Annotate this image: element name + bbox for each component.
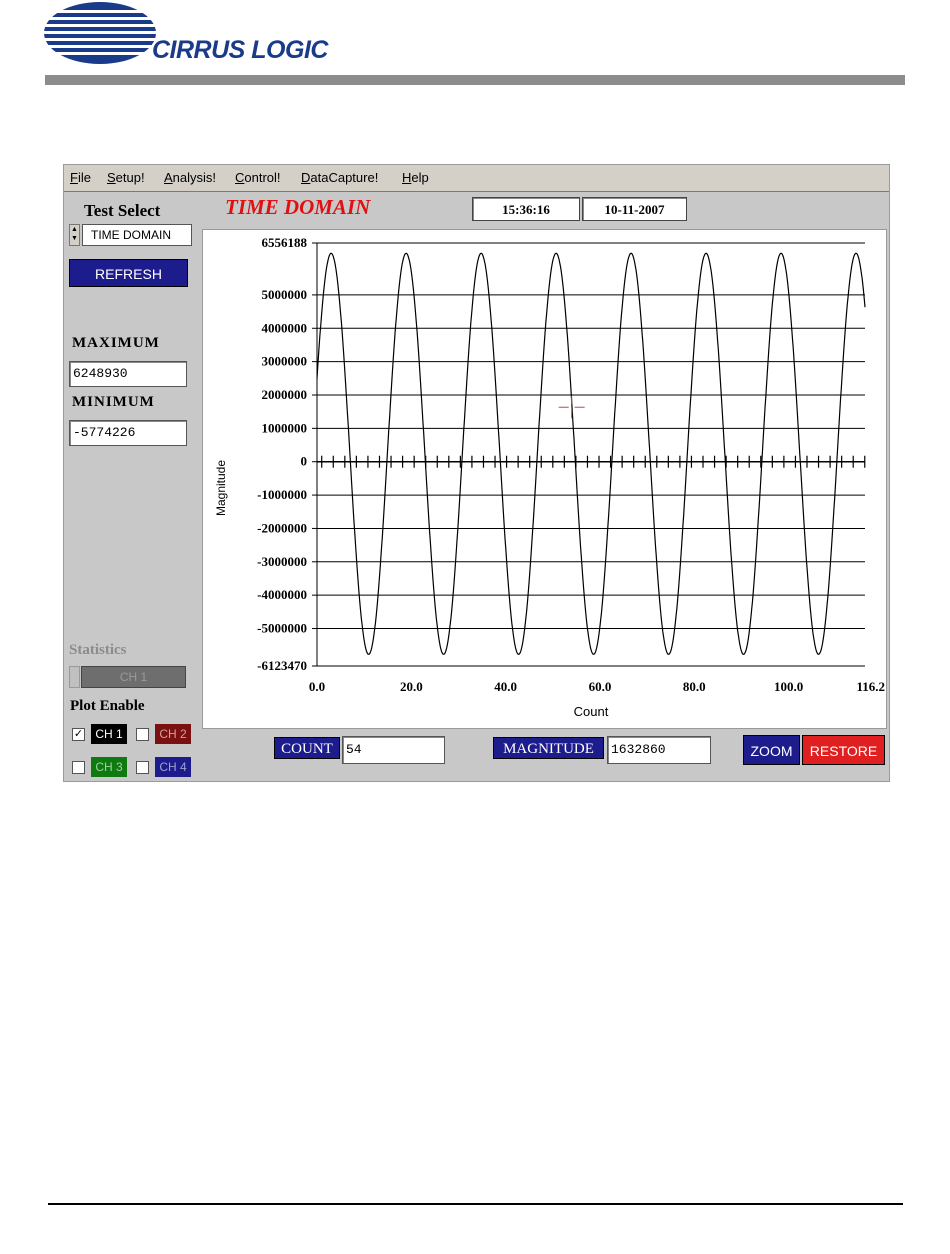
menu-datacapture[interactable]: DataCapture! [301,170,378,185]
y-tick-label: 0 [301,454,308,469]
minimum-label: MINIMUM [72,394,155,410]
magnitude-field: 1632860 [607,736,711,764]
refresh-button[interactable]: REFRESH [69,259,188,287]
magnitude-label: MAGNITUDE [493,737,604,759]
y-tick-label: -5000000 [257,621,307,636]
y-tick-label: -1000000 [257,487,307,502]
check-icon: ✓ [73,728,84,740]
x-tick-label: 60.0 [589,679,612,694]
ch4-badge[interactable]: CH 4 [155,757,191,777]
y-tick-label: -3000000 [257,554,307,569]
ch4-checkbox[interactable] [136,761,149,774]
time-domain-chart[interactable]: 6556188 5000000 4000000 3000000 2000000 10000… [203,230,886,728]
statistics-spinner [69,666,80,688]
ch3-checkbox[interactable] [72,761,85,774]
menu-bar: File Setup! Analysis! Control! DataCaptu… [64,165,889,192]
y-axis-label: Magnitude [214,460,228,516]
plot-panel[interactable]: 6556188 5000000 4000000 3000000 2000000 10000… [202,229,887,729]
plot-enable-label: Plot Enable [70,698,145,714]
view-title: TIME DOMAIN [225,195,371,219]
ch1-waveform [316,252,866,655]
y-tick-label: 4000000 [262,320,308,335]
app-window: File Setup! Analysis! Control! DataCaptu… [63,164,890,782]
zoom-button[interactable]: ZOOM [743,735,800,765]
maximum-label: MAXIMUM [72,335,160,351]
test-select-spinner[interactable]: ▲ ▼ [69,224,80,246]
statistics-label: Statistics [69,642,127,658]
count-field: 54 [342,736,445,764]
menu-help[interactable]: Help [402,170,429,185]
ch1-checkbox[interactable]: ✓ [72,728,85,741]
test-select-label: Test Select [84,201,161,220]
logo-text: CIRRUS LOGIC [152,36,328,64]
x-tick-label: 116.2 [856,679,885,694]
y-tick-label: -6123470 [257,658,307,673]
statistics-field: CH 1 [81,666,186,688]
count-label: COUNT [274,737,340,759]
y-tick-label: -4000000 [257,587,307,602]
x-tick-label: 40.0 [494,679,517,694]
maximum-field: 6248930 [69,361,187,387]
footer-rule [48,1203,903,1205]
header-rule [45,75,905,85]
ch3-badge[interactable]: CH 3 [91,757,127,777]
y-tick-label: -2000000 [257,520,307,535]
menu-file[interactable]: File [70,170,91,185]
x-tick-label: 20.0 [400,679,423,694]
date-display: 10-11-2007 [582,197,687,221]
y-tick-label: 1000000 [262,420,308,435]
x-tick-label: 100.0 [774,679,803,694]
ch2-badge[interactable]: CH 2 [155,724,191,744]
x-axis-label: Count [574,704,609,719]
ch2-checkbox[interactable] [136,728,149,741]
y-tick-label: 6556188 [262,235,308,250]
y-tick-label: 3000000 [262,354,308,369]
x-tick-label: 80.0 [683,679,706,694]
minimum-field: -5774226 [69,420,187,446]
test-select-field[interactable]: TIME DOMAIN [82,224,192,246]
y-tick-label: 2000000 [262,387,308,402]
time-display: 15:36:16 [472,197,580,221]
menu-setup[interactable]: Setup! [107,170,145,185]
restore-button[interactable]: RESTORE [802,735,885,765]
x-tick-label: 0.0 [309,679,325,694]
ch1-badge[interactable]: CH 1 [91,724,127,744]
menu-analysis[interactable]: Analysis! [164,170,216,185]
y-tick-label: 5000000 [262,287,308,302]
menu-control[interactable]: Control! [235,170,281,185]
